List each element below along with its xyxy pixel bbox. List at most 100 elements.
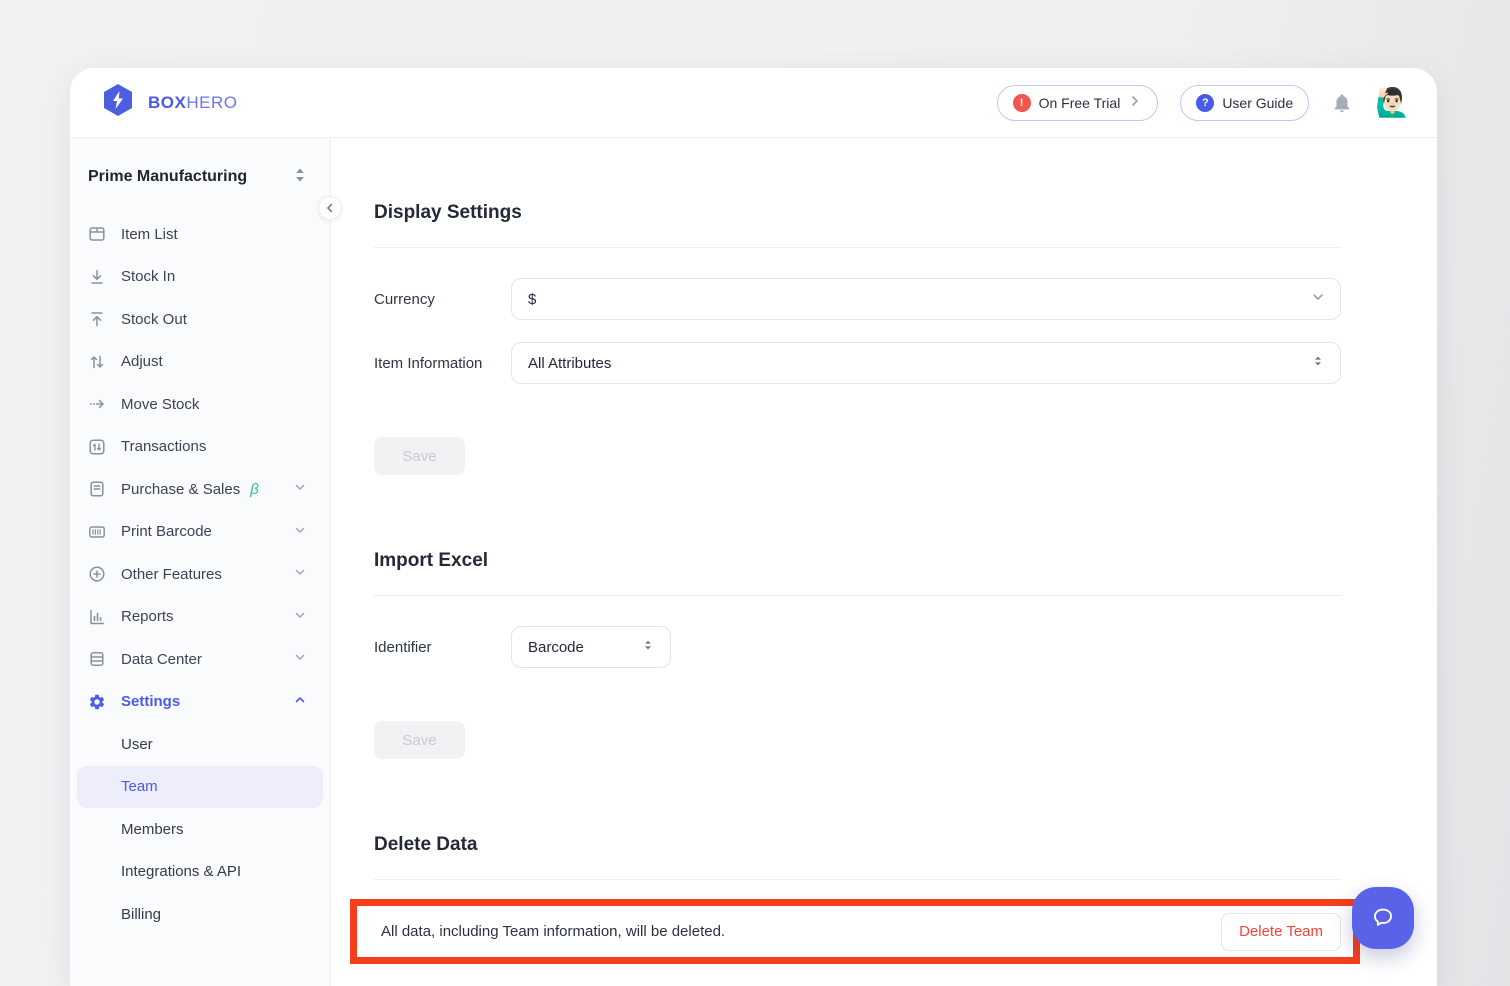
identifier-select[interactable]: Barcode (511, 626, 671, 668)
sidebar-item-other-features[interactable]: Other Features (70, 553, 330, 596)
sidebar-item-label: Adjust (121, 353, 163, 370)
sidebar-item-print-barcode[interactable]: Print Barcode (70, 511, 330, 554)
item-information-row: Item Information All Attributes (374, 342, 1341, 384)
save-button-display[interactable]: Save (374, 437, 465, 475)
section-divider (374, 247, 1341, 248)
sidebar-item-transactions[interactable]: Transactions (70, 426, 330, 469)
identifier-value: Barcode (528, 639, 584, 656)
section-divider (374, 879, 1341, 880)
box-icon (88, 225, 106, 243)
sidebar-subitem-team[interactable]: Team (77, 766, 323, 809)
sidebar-subitem-label: Team (121, 778, 158, 795)
sidebar-nav: Item List Stock In Stock Out Adjust Move (70, 213, 330, 936)
sidebar-item-data-center[interactable]: Data Center (70, 638, 330, 681)
section-divider (374, 595, 1341, 596)
sidebar-item-stock-in[interactable]: Stock In (70, 256, 330, 299)
select-updown-icon (1310, 353, 1326, 373)
trial-alert-icon: ! (1013, 94, 1031, 112)
sidebar-item-label: Purchase & Sales (121, 481, 240, 498)
currency-row: Currency $ (374, 278, 1341, 320)
chevron-up-icon (293, 693, 307, 711)
sidebar-item-label: Data Center (121, 651, 202, 668)
bar-chart-icon (88, 608, 106, 626)
user-guide-label: User Guide (1222, 95, 1293, 111)
sidebar-subitem-members[interactable]: Members (70, 808, 330, 851)
sidebar-item-label: Stock Out (121, 311, 187, 328)
chevron-down-icon (293, 480, 307, 498)
barcode-icon (88, 523, 106, 541)
boxhero-wordmark: BOXHERO (148, 93, 237, 113)
header-actions: ! On Free Trial ? User Guide 🙋🏻‍♂️ (997, 85, 1410, 121)
boxhero-logo-icon (100, 82, 136, 123)
plus-circle-icon (88, 565, 106, 583)
sidebar-item-label: Transactions (121, 438, 206, 455)
user-avatar[interactable]: 🙋🏻‍♂️ (1375, 86, 1410, 120)
settings-content: Display Settings Currency $ Item Informa… (331, 138, 1437, 986)
delete-data-row: All data, including Team information, wi… (357, 906, 1353, 957)
sidebar-item-label: Move Stock (121, 396, 199, 413)
sidebar-subitem-integrations-api[interactable]: Integrations & API (70, 851, 330, 894)
arrows-up-down-icon (88, 353, 106, 371)
display-settings-title: Display Settings (374, 202, 1341, 224)
identifier-label: Identifier (374, 639, 511, 656)
arrow-down-to-line-icon (88, 268, 106, 286)
free-trial-button[interactable]: ! On Free Trial (997, 85, 1159, 121)
sidebar-collapse-button[interactable] (318, 196, 342, 220)
currency-label: Currency (374, 291, 511, 308)
dotted-arrow-right-icon (88, 395, 106, 413)
beta-badge: β (250, 481, 259, 498)
sidebar-item-label: Stock In (121, 268, 175, 285)
sidebar-item-purchase-sales[interactable]: Purchase & Sales β (70, 468, 330, 511)
select-updown-icon (640, 637, 656, 657)
sidebar-item-label: Print Barcode (121, 523, 212, 540)
user-guide-button[interactable]: ? User Guide (1180, 85, 1309, 121)
sidebar-item-label: Other Features (121, 566, 222, 583)
sidebar-item-label: Settings (121, 693, 180, 710)
sidebar-subitem-label: Members (121, 821, 184, 838)
sidebar-item-reports[interactable]: Reports (70, 596, 330, 639)
app-body: Prime Manufacturing Item List Stock In (70, 138, 1437, 986)
sidebar-item-move-stock[interactable]: Move Stock (70, 383, 330, 426)
sidebar-item-settings[interactable]: Settings (70, 681, 330, 724)
save-button-import[interactable]: Save (374, 721, 465, 759)
team-switcher[interactable]: Prime Manufacturing (70, 138, 330, 202)
arrow-up-from-line-icon (88, 310, 106, 328)
sidebar-item-adjust[interactable]: Adjust (70, 341, 330, 384)
chevron-down-icon (293, 650, 307, 668)
chevron-right-icon (1128, 94, 1142, 111)
currency-dropdown[interactable]: $ (511, 278, 1341, 320)
transactions-icon (88, 438, 106, 456)
sidebar-subitem-user[interactable]: User (70, 723, 330, 766)
notification-bell-icon[interactable] (1331, 92, 1353, 114)
app-header: BOXHERO ! On Free Trial ? User Guide 🙋🏻‍… (70, 68, 1437, 138)
sidebar-item-label: Item List (121, 226, 178, 243)
red-annotation-highlight: All data, including Team information, wi… (350, 899, 1360, 964)
delete-team-button[interactable]: Delete Team (1221, 913, 1341, 951)
team-switcher-sort-icon (294, 167, 306, 188)
chevron-left-icon (324, 202, 336, 214)
chevron-down-icon (293, 608, 307, 626)
database-icon (88, 650, 106, 668)
chevron-down-icon (1310, 289, 1326, 309)
sidebar: Prime Manufacturing Item List Stock In (70, 138, 331, 986)
support-chat-button[interactable] (1352, 887, 1414, 949)
sidebar-subitem-billing[interactable]: Billing (70, 893, 330, 936)
sidebar-item-item-list[interactable]: Item List (70, 213, 330, 256)
gear-icon (88, 693, 106, 711)
item-information-select[interactable]: All Attributes (511, 342, 1341, 384)
sidebar-item-stock-out[interactable]: Stock Out (70, 298, 330, 341)
chevron-down-icon (293, 523, 307, 541)
identifier-row: Identifier Barcode (374, 626, 1341, 668)
logo-box-text: BOX (148, 93, 186, 112)
item-information-value: All Attributes (528, 355, 611, 372)
import-excel-title: Import Excel (374, 550, 1341, 572)
delete-data-title: Delete Data (374, 834, 1341, 856)
chevron-down-icon (293, 565, 307, 583)
question-icon: ? (1196, 94, 1214, 112)
sidebar-item-label: Reports (121, 608, 174, 625)
chat-bubble-icon (1368, 903, 1398, 933)
sidebar-subitem-label: User (121, 736, 153, 753)
item-information-label: Item Information (374, 355, 511, 372)
boxhero-logo[interactable]: BOXHERO (100, 82, 237, 123)
sidebar-subitem-label: Integrations & API (121, 863, 241, 880)
